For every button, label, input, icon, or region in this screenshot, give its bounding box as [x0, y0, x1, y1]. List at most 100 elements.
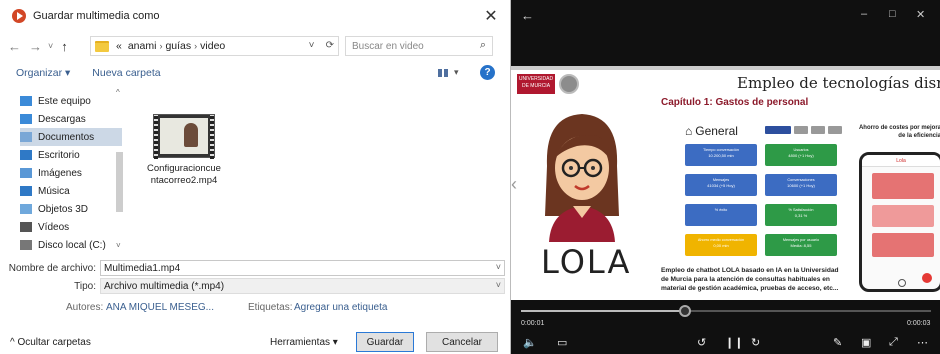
address-overflow[interactable]: « — [116, 40, 122, 52]
view-caret-icon: ▾ — [454, 67, 459, 77]
videos-icon — [20, 222, 32, 232]
tile-value: Media: 8,55 — [790, 243, 812, 248]
sidebar-item[interactable]: Disco local (C:) — [20, 236, 122, 254]
add-tag-link[interactable]: Agregar una etiqueta — [294, 302, 387, 313]
chat-bubble — [872, 205, 934, 227]
search-input[interactable]: Buscar en video ⌕ — [345, 36, 493, 56]
type-dropdown-icon[interactable]: ˅ — [496, 280, 501, 290]
save-form: Nombre de archivo: Multimedia1.mp4 ˅ Tip… — [0, 256, 511, 316]
back-arrow-icon[interactable]: ← — [521, 8, 534, 23]
sidebar-item-label: Vídeos — [38, 221, 70, 233]
sidebar-item[interactable]: Vídeos — [20, 218, 122, 236]
dashboard-tile: Ahorro medio conversación 0,00 min — [685, 234, 757, 256]
forward-arrow-icon[interactable]: → — [29, 39, 42, 54]
minimize-icon[interactable]: – — [861, 8, 867, 20]
skip-forward-icon[interactable]: ↻ — [751, 336, 760, 349]
tile-value: 41034 (+5 Hoy) — [707, 183, 735, 188]
chat-caption: Ahorro de costes por mejora de la eficie… — [853, 124, 940, 140]
refresh-icon[interactable]: ⟳ — [326, 40, 334, 51]
close-icon[interactable]: ✕ — [481, 6, 501, 26]
slide-chapter: Capítulo 1: Gastos de personal — [661, 97, 809, 108]
pause-icon[interactable]: ❙❙ — [725, 336, 743, 349]
tile-label: % Satisfacción — [788, 208, 814, 212]
save-dialog: Guardar multimedia como ✕ ← → ˅ ↑ « anam… — [0, 0, 511, 354]
new-folder-button[interactable]: Nueva carpeta — [92, 67, 160, 79]
dashboard-tile: Tiempo conversación 10.200,50 min — [685, 144, 757, 166]
tile-value: 0,31 % — [794, 213, 808, 218]
recent-locations-icon[interactable]: ˅ — [48, 41, 53, 51]
type-label: Tipo: — [74, 280, 96, 292]
breadcrumb-guias[interactable]: guías — [165, 40, 191, 52]
tile-value: 10600 (+1 Hoy) — [787, 183, 815, 188]
filename-row: Nombre de archivo: Multimedia1.mp4 ˅ — [0, 260, 511, 276]
scrollbar-thumb[interactable] — [116, 152, 123, 212]
dialog-title: Guardar multimedia como — [33, 10, 160, 22]
sidebar-item-label: Objetos 3D — [38, 203, 89, 215]
seek-handle[interactable] — [679, 305, 691, 317]
scroll-down-icon[interactable]: ˅ — [116, 241, 121, 250]
tools-menu[interactable]: Herramientas ▾ — [270, 337, 338, 348]
view-options-button[interactable]: ▾ — [438, 66, 464, 79]
authors-value[interactable]: ANA MIQUEL MESEG... — [106, 302, 214, 313]
sidebar-item[interactable]: Objetos 3D — [20, 200, 122, 218]
sidebar-item[interactable]: Imágenes — [20, 164, 122, 182]
file-item[interactable]: Configuracioncuentacorreo2.mp4 — [145, 114, 223, 187]
type-value: Archivo multimedia (*.mp4) — [104, 280, 225, 292]
scroll-up-icon[interactable]: ^ — [116, 88, 120, 97]
address-dropdown-icon[interactable]: ˅ — [309, 40, 315, 51]
dashboard-tile: % éxito — [685, 204, 757, 226]
save-button[interactable]: Guardar — [356, 332, 414, 352]
dashboard-title: General — [695, 124, 738, 138]
breadcrumb-video[interactable]: video — [200, 40, 225, 52]
slide-caption: Empleo de chatbot LOLA basado en IA en l… — [661, 267, 839, 292]
dashboard-tile: Mensajes 41034 (+5 Hoy) — [685, 174, 757, 196]
tile-label: Ahorro medio conversación — [697, 238, 745, 242]
type-select[interactable]: Archivo multimedia (*.mp4) ˅ — [100, 278, 505, 294]
back-arrow-icon[interactable]: ← — [8, 39, 21, 54]
breadcrumb-separator-icon[interactable]: › — [194, 41, 197, 51]
rewind-icon[interactable]: ↺ — [697, 336, 706, 349]
screen: Guardar multimedia como ✕ ← → ˅ ↑ « anam… — [0, 0, 940, 354]
sidebar-item[interactable]: Documentos — [20, 128, 122, 146]
hide-folders-button[interactable]: ^ Ocultar carpetas — [10, 337, 91, 348]
sidebar-item-label: Imágenes — [38, 167, 82, 179]
search-icon: ⌕ — [479, 39, 486, 51]
miniplayer-icon[interactable]: ▣ — [861, 336, 871, 349]
address-bar[interactable]: « anami › guías › video ˅ ⟳ — [90, 36, 339, 56]
volume-icon[interactable]: 🔈 — [523, 336, 537, 349]
maximize-icon[interactable]: □ — [889, 8, 896, 20]
sidebar-item[interactable]: Descargas — [20, 110, 122, 128]
cancel-button[interactable]: Cancelar — [426, 332, 498, 352]
tile-label: Usuarios — [793, 148, 809, 152]
phone-header: Lola — [862, 155, 940, 167]
more-options-icon[interactable]: ⋯ — [917, 336, 928, 349]
fullscreen-icon[interactable]: ⤢ — [889, 336, 898, 349]
filter-pill — [811, 126, 825, 134]
seek-bar[interactable] — [521, 305, 931, 317]
filename-dropdown-icon[interactable]: ˅ — [496, 262, 501, 272]
sidebar-item[interactable]: Música — [20, 182, 122, 200]
tile-label: Tiempo conversación — [703, 148, 739, 152]
media-app-icon — [12, 9, 26, 23]
dialog-titlebar: Guardar multimedia como ✕ — [0, 0, 511, 32]
chat-caption-line-1: Ahorro de costes por mejora — [858, 125, 940, 131]
dialog-toolbar: Organizar ▾ Nueva carpeta ▾ ? — [0, 62, 511, 84]
filename-field[interactable]: Multimedia1.mp4 ˅ — [100, 260, 505, 276]
filename-label: Nombre de archivo: — [8, 262, 96, 274]
close-icon[interactable]: ✕ — [916, 8, 925, 21]
file-name: Configuracioncuentacorreo2.mp4 — [147, 163, 221, 186]
navigation-scrollbar[interactable]: ^ ˅ — [114, 88, 126, 252]
breadcrumb-anami[interactable]: anami — [128, 40, 157, 52]
university-seal — [559, 74, 579, 94]
edit-icon[interactable]: ✎ — [833, 336, 842, 349]
video-frame[interactable]: UNIVERSIDAD DE MURCIA Empleo de tecnolog… — [511, 66, 940, 300]
help-icon[interactable]: ? — [480, 65, 495, 80]
captions-icon[interactable]: ▭ — [557, 336, 567, 349]
sidebar-item[interactable]: Escritorio — [20, 146, 122, 164]
dialog-footer: ^ Ocultar carpetas Herramientas ▾ Guarda… — [0, 330, 511, 354]
up-arrow-icon[interactable]: ↑ — [61, 39, 68, 54]
organize-menu[interactable]: Organizar ▾ — [16, 67, 70, 79]
send-icon — [922, 273, 932, 283]
sidebar-item[interactable]: Este equipo — [20, 92, 122, 110]
breadcrumb-separator-icon[interactable]: › — [159, 41, 162, 51]
